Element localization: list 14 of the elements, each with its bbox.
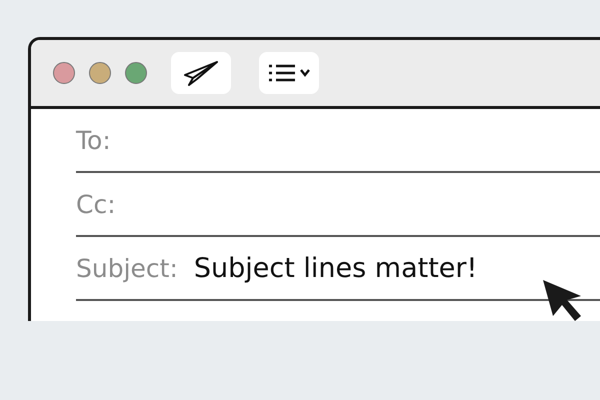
caret-icon — [300, 69, 310, 77]
send-button[interactable] — [171, 52, 231, 94]
field-value: Subject lines matter! — [194, 252, 478, 284]
field-row[interactable]: To: — [76, 109, 600, 173]
list-icon — [268, 63, 296, 83]
window-control[interactable] — [89, 62, 111, 84]
field-label: Subject: — [76, 254, 178, 282]
paper-plane-icon — [183, 60, 219, 86]
field-row[interactable]: Cc: — [76, 173, 600, 237]
window-control[interactable] — [125, 62, 147, 84]
format-menu-button[interactable] — [259, 52, 319, 94]
field-label: Cc: — [76, 190, 116, 218]
field-label: To: — [76, 126, 111, 154]
window-control[interactable] — [53, 62, 75, 84]
